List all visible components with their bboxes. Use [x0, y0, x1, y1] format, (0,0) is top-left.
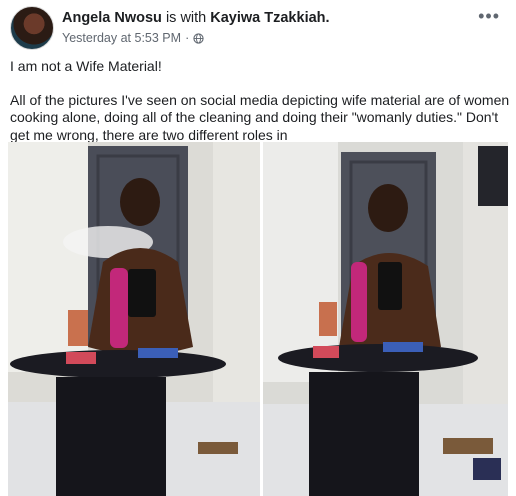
with-text: is with [165, 10, 207, 26]
post-text-para2: All of the pictures I've seen on social … [10, 91, 510, 143]
photo-left[interactable] [8, 142, 260, 496]
photo-right-image [263, 142, 508, 496]
post-author-line: Angela Nwosu is with Kayiwa Tzakkiah. [62, 10, 330, 26]
post-header: Angela Nwosu is with Kayiwa Tzakkiah. Ye… [10, 6, 506, 52]
author-avatar[interactable] [10, 6, 54, 50]
tagged-user-link[interactable]: Kayiwa Tzakkiah. [210, 10, 329, 26]
post-meta: Yesterday at 5:53 PM · [62, 31, 204, 45]
post-timestamp-link[interactable]: Yesterday at 5:53 PM [62, 31, 181, 45]
meta-separator: · [185, 31, 190, 45]
globe-icon [193, 32, 204, 44]
post-photos [8, 142, 508, 496]
photo-right[interactable] [263, 142, 508, 496]
photo-left-image [8, 142, 260, 496]
more-horizontal-icon[interactable]: ••• [478, 7, 500, 25]
author-name-link[interactable]: Angela Nwosu [62, 10, 162, 26]
post-text-line1: I am not a Wife Material! [10, 58, 162, 74]
